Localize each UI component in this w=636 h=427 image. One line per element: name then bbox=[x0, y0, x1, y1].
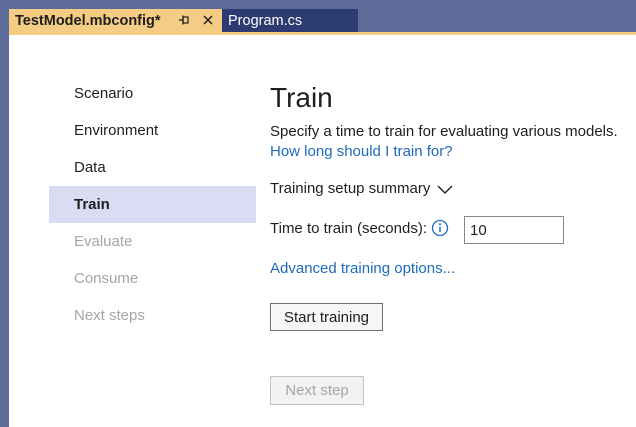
page-title: Train bbox=[270, 82, 333, 113]
tab-title: TestModel.mbconfig* bbox=[15, 12, 161, 29]
training-setup-summary-toggle[interactable]: Training setup summary bbox=[270, 180, 454, 197]
advanced-training-options-link[interactable]: Advanced training options... bbox=[270, 260, 455, 277]
document-tab-strip: TestModel.mbconfig* Program.cs bbox=[0, 0, 636, 32]
tab-testmodel-mbconfig[interactable]: TestModel.mbconfig* bbox=[9, 9, 222, 32]
nav-item-evaluate: Evaluate bbox=[74, 233, 133, 250]
nav-item-scenario[interactable]: Scenario bbox=[49, 75, 256, 112]
chevron-down-icon bbox=[437, 185, 453, 194]
nav-item-consume: Consume bbox=[74, 270, 139, 287]
nav-item-data[interactable]: Data bbox=[49, 149, 256, 186]
start-training-button[interactable]: Start training bbox=[270, 303, 383, 331]
pin-icon[interactable] bbox=[177, 13, 191, 27]
step-navigation: Scenario Environment Data Train Evaluate… bbox=[49, 75, 256, 334]
how-long-train-link[interactable]: How long should I train for? bbox=[270, 143, 453, 160]
nav-item-train[interactable]: Train bbox=[49, 186, 256, 223]
nav-item-next-steps: Next steps bbox=[74, 307, 145, 324]
train-description: Specify a time to train for evaluating v… bbox=[270, 123, 618, 140]
time-to-train-label: Time to train (seconds): bbox=[270, 219, 427, 237]
summary-label: Training setup summary bbox=[270, 180, 431, 197]
time-to-train-input[interactable] bbox=[464, 216, 564, 244]
time-to-train-row: Time to train (seconds): bbox=[270, 216, 564, 244]
tab-title: Program.cs bbox=[228, 12, 303, 29]
model-builder-panel: Scenario Environment Data Train Evaluate… bbox=[9, 35, 636, 427]
close-icon[interactable] bbox=[201, 13, 215, 27]
next-step-button: Next step bbox=[270, 376, 364, 405]
tab-program-cs[interactable]: Program.cs bbox=[222, 9, 358, 32]
nav-item-environment[interactable]: Environment bbox=[49, 112, 256, 149]
info-icon[interactable] bbox=[431, 219, 449, 237]
